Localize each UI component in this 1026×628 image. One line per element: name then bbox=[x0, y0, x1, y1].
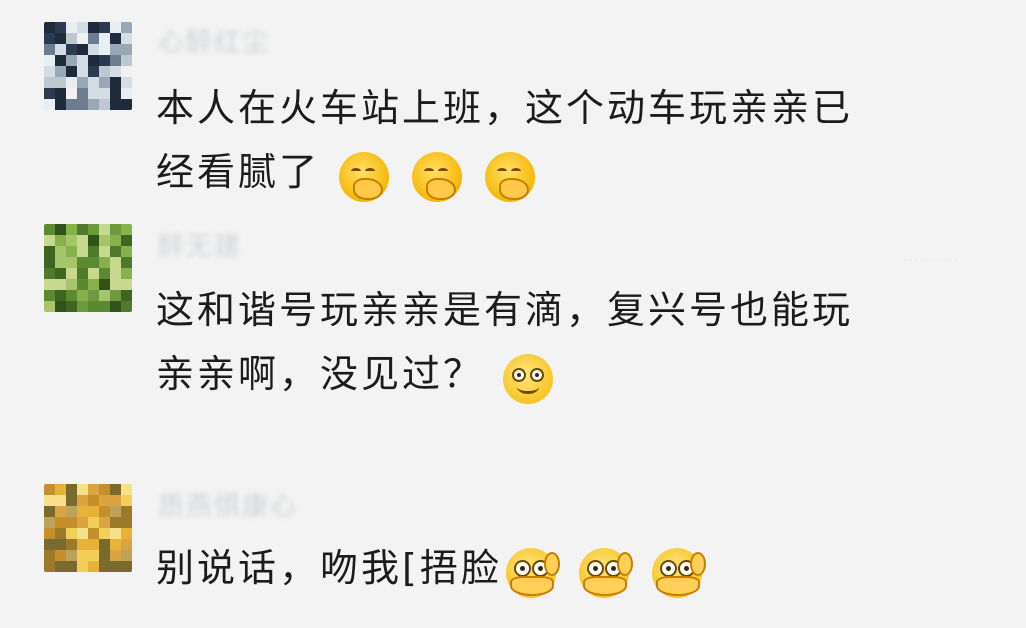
avatar[interactable] bbox=[44, 484, 132, 572]
emoji-row bbox=[335, 143, 539, 207]
comment-text-fragment: 亲亲啊，没见过？ bbox=[156, 352, 485, 396]
decorative-dots: · · · · · · · · · · · bbox=[904, 256, 958, 265]
comment-text-fragment: 别说话，吻我[捂脸 bbox=[156, 546, 502, 590]
comment-item: 醉无建 这和谐号玩亲亲是有滴，复兴号也能玩 亲亲啊，没见过？ · · · · ·… bbox=[0, 210, 1026, 410]
comment-text: 这和谐号玩亲亲是有滴，复兴号也能玩 亲亲啊，没见过？ bbox=[156, 278, 976, 409]
cover-face-icon bbox=[652, 548, 707, 598]
comment-text-line: 本人在火车站上班，这个动车玩亲亲已 bbox=[156, 86, 854, 130]
comment-text-line: 经看腻了 bbox=[156, 140, 976, 207]
avatar[interactable] bbox=[44, 224, 132, 312]
hehe-icon bbox=[485, 152, 536, 202]
comment-text-line: 亲亲啊，没见过？ bbox=[156, 342, 976, 409]
emoji-row bbox=[499, 345, 557, 409]
comment-text-line: 这和谐号玩亲亲是有滴，复兴号也能玩 bbox=[156, 288, 854, 332]
comment-text: 本人在火车站上班，这个动车玩亲亲已 经看腻了 bbox=[156, 76, 976, 207]
cover-face-icon bbox=[578, 548, 633, 598]
commenter-name[interactable]: 心醉红尘 bbox=[158, 22, 270, 58]
hehe-icon bbox=[412, 152, 463, 202]
commenter-name[interactable]: 质燕惧康心 bbox=[158, 486, 298, 522]
cover-face-icon bbox=[505, 548, 560, 598]
hehe-icon bbox=[339, 152, 390, 202]
comment-item: 心醉红尘 本人在火车站上班，这个动车玩亲亲已 经看腻了 bbox=[0, 0, 1026, 202]
comment-text: 别说话，吻我[捂脸 bbox=[156, 536, 976, 603]
comment-text-line: 别说话，吻我[捂脸 bbox=[156, 536, 976, 603]
commenter-name[interactable]: 醉无建 bbox=[158, 226, 242, 262]
comment-text-fragment: 经看腻了 bbox=[156, 150, 321, 194]
smile-icon bbox=[503, 354, 554, 404]
avatar[interactable] bbox=[44, 22, 132, 110]
emoji-row bbox=[502, 539, 707, 603]
comment-item: 质燕惧康心 别说话，吻我[捂脸 bbox=[0, 470, 1026, 620]
